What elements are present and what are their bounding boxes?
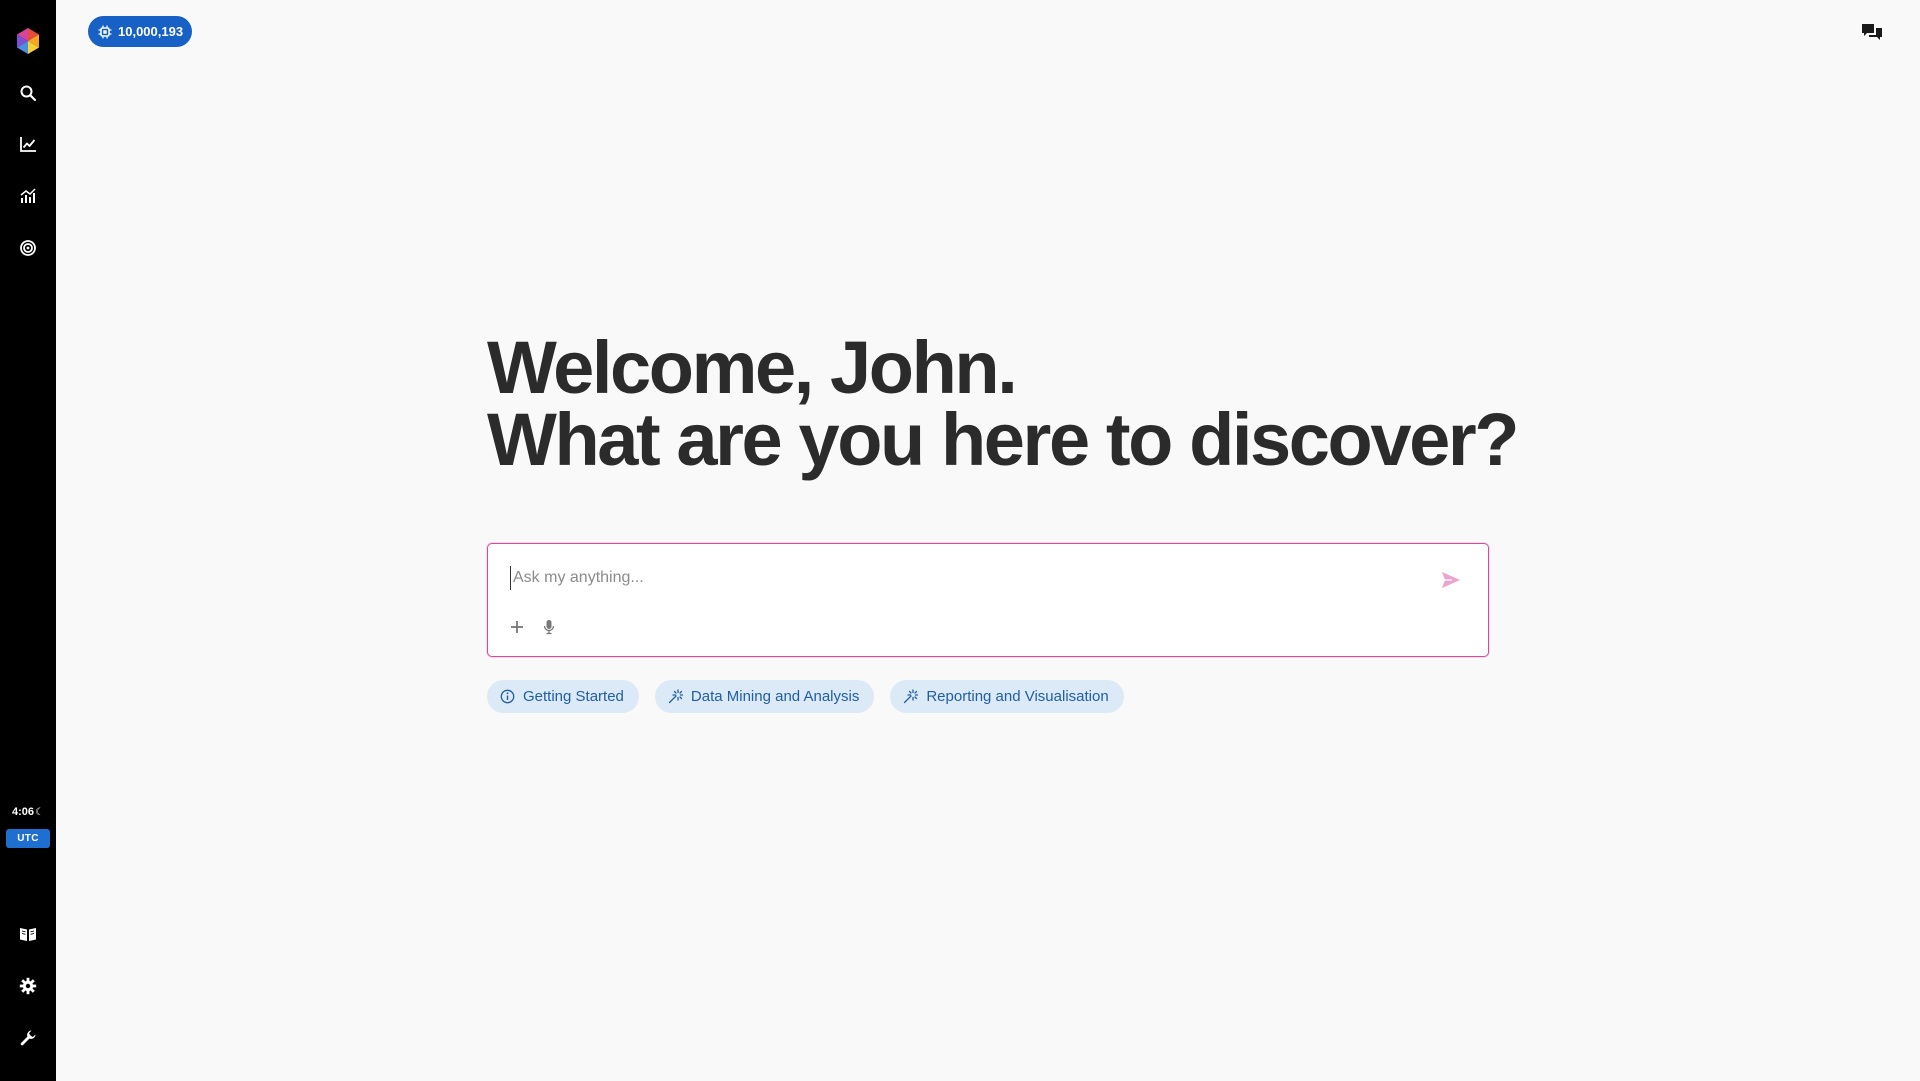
sparkle-icon — [904, 689, 919, 704]
plus-icon — [511, 621, 523, 633]
chip-icon — [98, 25, 112, 38]
info-icon — [500, 689, 515, 704]
wrench-icon[interactable] — [16, 1026, 40, 1050]
chip-label: Data Mining and Analysis — [690, 688, 860, 705]
line-chart-icon[interactable] — [16, 132, 40, 156]
sparkle-icon — [668, 689, 683, 704]
chip-data-mining[interactable]: Data Mining and Analysis — [654, 680, 875, 713]
welcome-line: Welcome, John. — [487, 326, 1018, 409]
add-attachment-button[interactable] — [507, 617, 527, 637]
sidebar: 4:06☾ UTC — [0, 0, 56, 1081]
microphone-button[interactable] — [539, 617, 559, 637]
analytics-icon[interactable] — [16, 184, 40, 208]
discover-line: What are you here to discover? — [487, 398, 1519, 481]
credits-badge[interactable]: 10,000,193 — [88, 16, 193, 47]
chip-getting-started[interactable]: Getting Started — [487, 680, 639, 713]
chat-toggle-button[interactable] — [1860, 21, 1884, 43]
microphone-icon — [543, 620, 555, 635]
book-icon[interactable] — [16, 922, 40, 946]
chip-label: Getting Started — [523, 688, 624, 705]
chat-bubbles-icon — [1862, 23, 1882, 40]
search-icon[interactable] — [16, 81, 40, 105]
send-icon — [1442, 572, 1460, 588]
clock-time: 4:06 — [12, 806, 35, 818]
ask-box — [487, 543, 1489, 657]
app-logo[interactable] — [13, 26, 43, 56]
send-button[interactable] — [1439, 569, 1463, 591]
timezone-badge[interactable]: UTC — [6, 829, 50, 848]
moon-icon: ☾ — [35, 807, 44, 818]
credits-value: 10,000,193 — [118, 24, 184, 39]
chip-reporting[interactable]: Reporting and Visualisation — [890, 680, 1124, 713]
chip-label: Reporting and Visualisation — [926, 688, 1109, 705]
ask-input[interactable] — [510, 566, 1410, 590]
target-icon[interactable] — [16, 236, 40, 260]
clock: 4:06☾ — [0, 806, 56, 818]
welcome-headline: Welcome, John. What are you here to disc… — [487, 326, 1519, 481]
gear-icon[interactable] — [16, 974, 40, 998]
suggestion-chips: Getting Started Data Mining and Analysis — [487, 680, 1124, 713]
